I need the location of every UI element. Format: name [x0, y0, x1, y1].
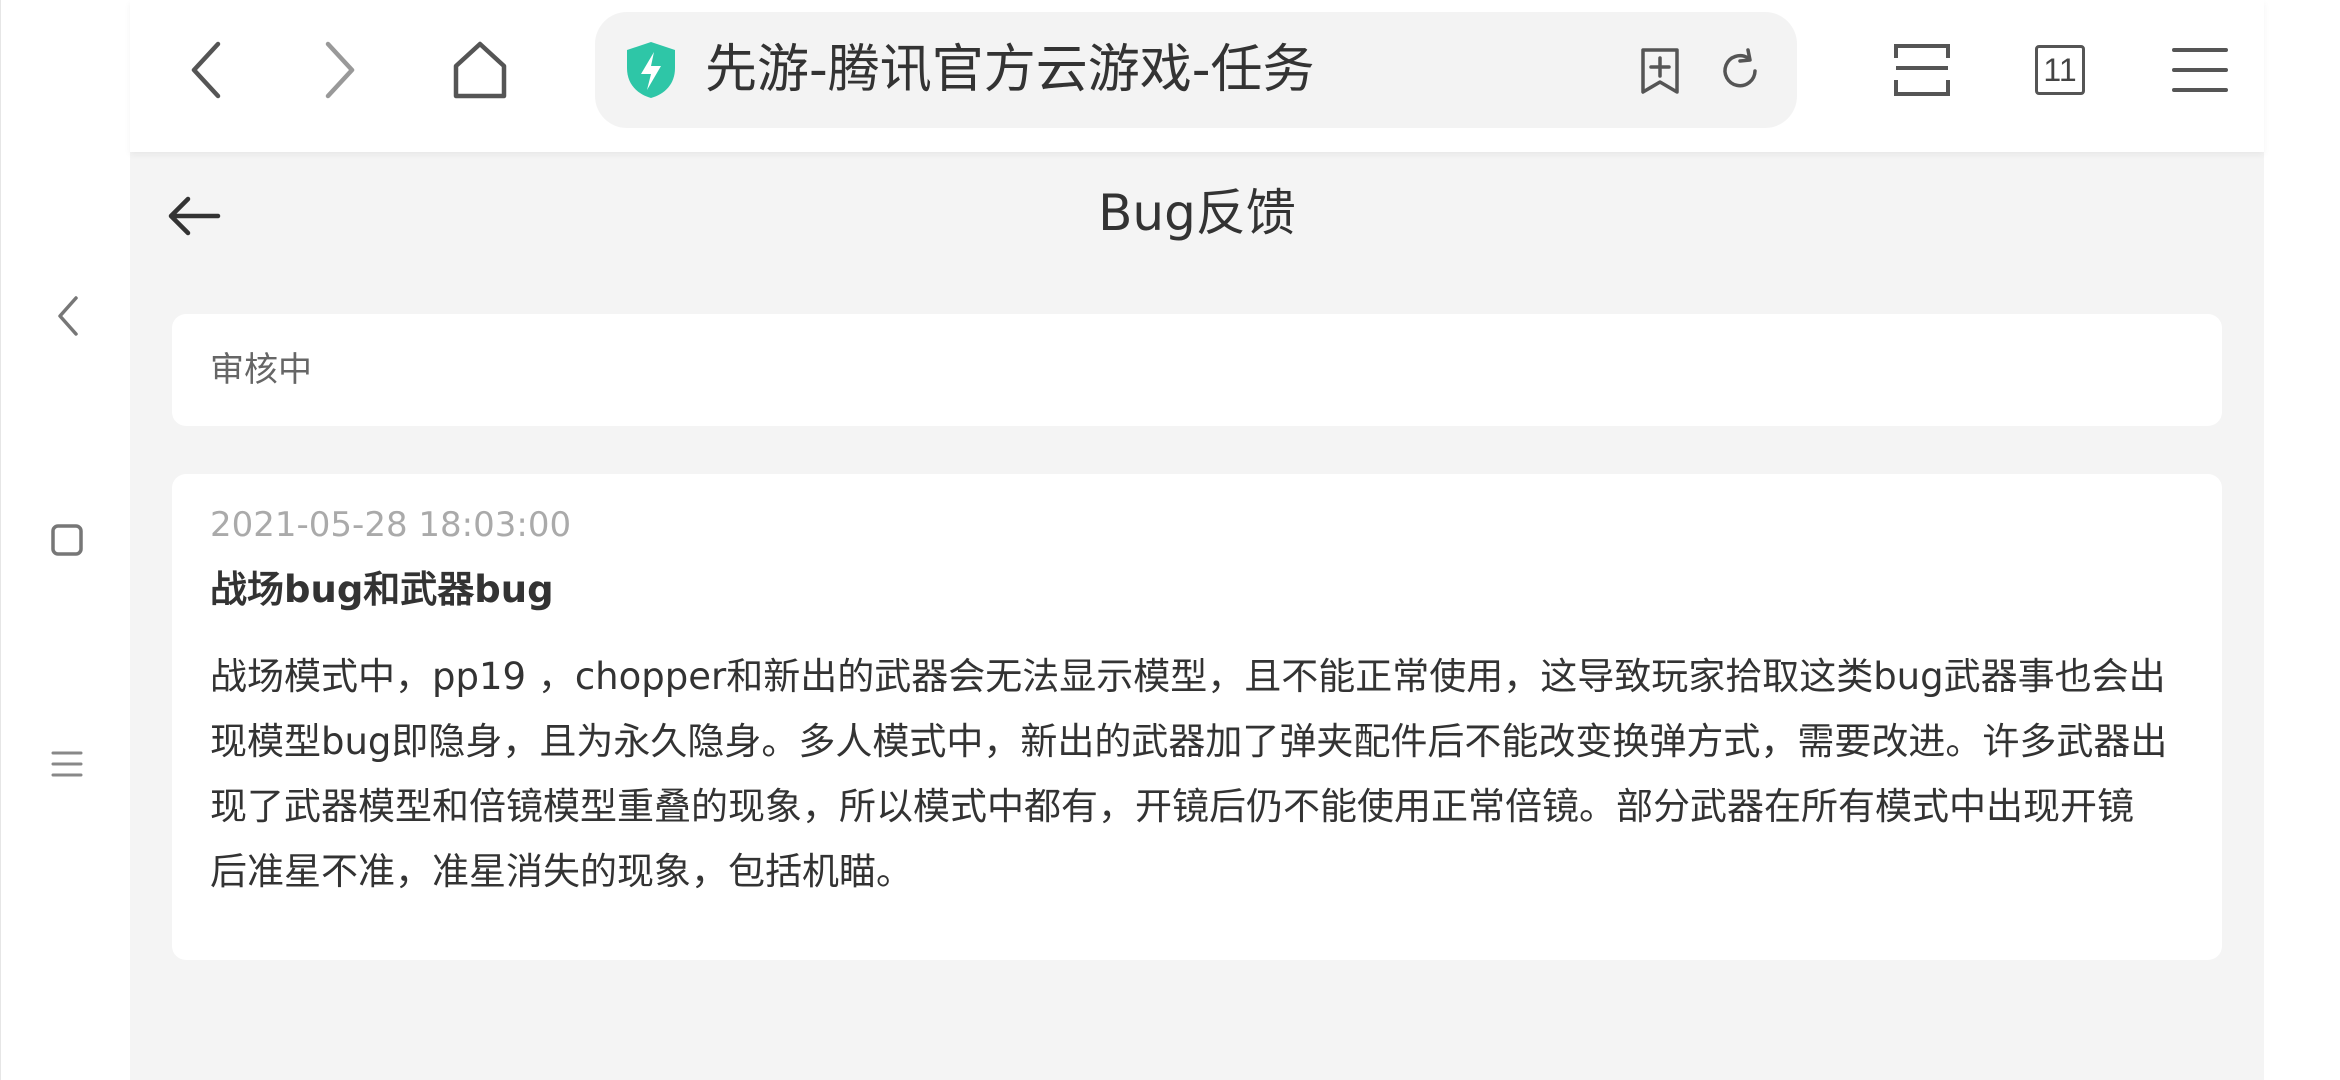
tabs-icon[interactable]: 11 [2020, 30, 2100, 110]
security-shield-icon [623, 40, 679, 100]
right-edge [2264, 0, 2340, 1080]
feedback-body: 战场模式中，pp19 ，chopper和新出的武器会无法显示模型，且不能正常使用… [210, 655, 2168, 893]
square-icon[interactable] [39, 512, 95, 568]
address-bar[interactable]: 先游-腾讯官方云游戏-任务 [595, 12, 1797, 128]
reader-mode-icon[interactable] [1882, 30, 1962, 110]
feedback-title: 战场bug和武器bug [210, 568, 554, 611]
page-tab-title[interactable]: 先游-腾讯官方云游戏-任务 [705, 38, 1315, 102]
add-bookmark-icon[interactable] [1635, 46, 1685, 96]
home-icon[interactable] [440, 30, 520, 110]
chevron-left-icon[interactable] [166, 30, 246, 110]
chevron-left-icon[interactable] [39, 288, 95, 344]
menu-icon[interactable] [2160, 30, 2240, 110]
reload-icon[interactable] [1715, 46, 1765, 96]
chevron-right-icon[interactable] [300, 30, 380, 110]
menu-lines-icon[interactable] [39, 736, 95, 792]
left-side-rail [0, 0, 130, 1080]
status-text: 审核中 [210, 350, 312, 390]
page-content: Bug反馈 审核中 2021-05-28 18:03:00 战场bug和武器bu… [130, 152, 2264, 1080]
status-card: 审核中 [172, 314, 2222, 426]
feedback-date: 2021-05-28 18:03:00 [210, 505, 572, 545]
feedback-card: 2021-05-28 18:03:00 战场bug和武器bug 战场模式中，pp… [172, 474, 2222, 960]
page-title: Bug反馈 [1098, 184, 1296, 242]
tab-count: 11 [2035, 45, 2085, 95]
browser-toolbar: 先游-腾讯官方云游戏-任务 11 [130, 0, 2264, 152]
